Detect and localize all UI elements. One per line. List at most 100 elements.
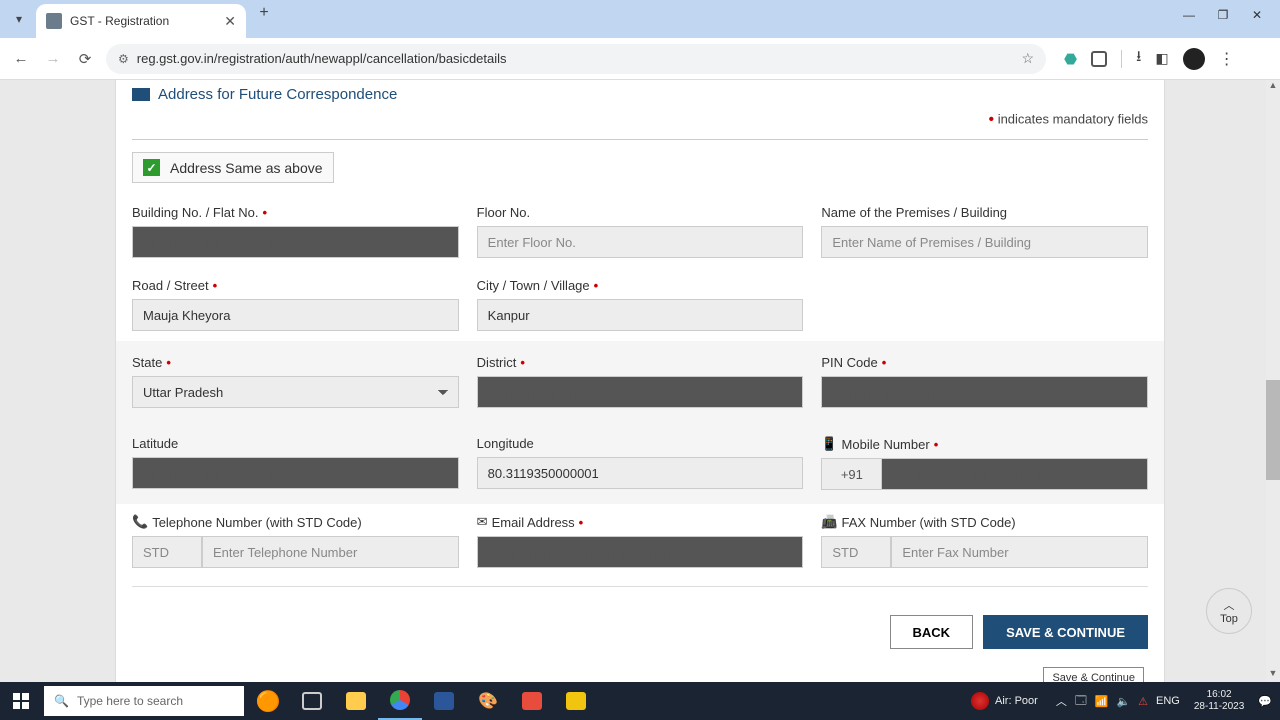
required-icon: • — [594, 278, 599, 293]
fax-input[interactable] — [891, 536, 1148, 568]
weather-icon — [971, 692, 989, 710]
scrollbar-thumb[interactable] — [1266, 380, 1280, 480]
state-label: State — [132, 355, 162, 370]
forward-icon: → — [42, 50, 64, 67]
same-as-above-checkbox[interactable]: ✓ Address Same as above — [132, 152, 334, 183]
minimize-icon[interactable]: — — [1180, 8, 1198, 22]
back-icon[interactable]: ← — [10, 50, 32, 67]
battery-icon[interactable]: 🗔 — [1075, 692, 1087, 711]
email-input[interactable] — [477, 536, 804, 568]
form-actions: BACK SAVE & CONTINUE — [116, 595, 1164, 653]
language-indicator[interactable]: ENG — [1156, 695, 1180, 707]
pin-input[interactable] — [821, 376, 1148, 408]
city-input[interactable] — [477, 299, 804, 331]
site-settings-icon[interactable]: ⚙ — [118, 52, 129, 66]
paint-icon[interactable]: 🎨 — [466, 682, 510, 720]
premises-label: Name of the Premises / Building — [821, 205, 1007, 220]
vertical-scrollbar[interactable]: ▲ ▼ — [1266, 80, 1280, 682]
fax-std-input[interactable] — [821, 536, 891, 568]
form-row: Building No. / Flat No.• Floor No. Name … — [116, 195, 1164, 268]
windows-taskbar: 🔍 Type here to search 🟠 🎨 Air: Poor ︿ 🗔 … — [0, 682, 1280, 720]
app-icon[interactable] — [554, 682, 598, 720]
volume-icon[interactable]: 🔈 — [1116, 695, 1130, 708]
back-button[interactable]: BACK — [890, 615, 974, 649]
district-select[interactable]: ████████████ — [477, 376, 804, 408]
floor-input[interactable] — [477, 226, 804, 258]
security-icon[interactable]: ⚠ — [1138, 695, 1148, 708]
divider — [1121, 50, 1122, 68]
time-text: 16:02 — [1194, 689, 1244, 701]
tab-list-dropdown[interactable]: ▾ — [6, 4, 32, 34]
favicon — [46, 13, 62, 29]
mandatory-note: • indicates mandatory fields — [116, 105, 1164, 139]
task-view-icon[interactable] — [290, 682, 334, 720]
form-page: Address for Future Correspondence • indi… — [115, 80, 1165, 682]
browser-tab[interactable]: GST - Registration ✕ — [36, 4, 246, 38]
sidepanel-icon[interactable]: ◧ — [1155, 50, 1168, 67]
same-as-label: Address Same as above — [170, 160, 323, 176]
building-label: Building No. / Flat No. — [132, 205, 258, 220]
new-tab-button[interactable]: + — [250, 4, 278, 22]
taskbar-clock[interactable]: 16:02 28-11-2023 — [1188, 689, 1250, 713]
form-row: 📞 Telephone Number (with STD Code) ✉ Ema… — [116, 504, 1164, 578]
url-input[interactable]: ⚙ reg.gst.gov.in/registration/auth/newap… — [106, 44, 1046, 74]
required-icon: • — [882, 355, 887, 370]
menu-icon[interactable]: ⋮ — [1219, 49, 1235, 69]
mobile-input[interactable] — [881, 458, 1148, 490]
taskbar-search[interactable]: 🔍 Type here to search — [44, 686, 244, 716]
required-icon: • — [262, 205, 267, 220]
scroll-up-icon[interactable]: ▲ — [1266, 80, 1280, 94]
maximize-icon[interactable]: ❐ — [1214, 8, 1232, 22]
close-window-icon[interactable]: ✕ — [1248, 8, 1266, 22]
form-row: State• Uttar Pradesh District• █████████… — [116, 341, 1164, 422]
mobile-prefix: +91 — [821, 458, 881, 490]
search-placeholder: Type here to search — [77, 694, 183, 708]
required-icon: • — [579, 515, 584, 530]
profile-avatar[interactable] — [1183, 48, 1205, 70]
top-label: Top — [1220, 613, 1238, 625]
weather-widget[interactable]: Air: Poor — [961, 692, 1048, 710]
date-text: 28-11-2023 — [1194, 701, 1244, 713]
save-tooltip: Save & Continue — [1043, 667, 1144, 682]
latitude-input[interactable] — [132, 457, 459, 489]
reload-icon[interactable]: ⟳ — [74, 50, 96, 68]
longitude-label: Longitude — [477, 436, 534, 451]
extensions-icon[interactable] — [1091, 51, 1107, 67]
mobile-icon: 📱 — [821, 436, 837, 452]
notifications-icon[interactable]: 💬 — [1258, 695, 1272, 708]
file-explorer-icon[interactable] — [334, 682, 378, 720]
pin-label: PIN Code — [821, 355, 877, 370]
telephone-std-input[interactable] — [132, 536, 202, 568]
state-select[interactable]: Uttar Pradesh — [132, 376, 459, 408]
cortana-icon[interactable]: 🟠 — [246, 682, 290, 720]
road-input[interactable] — [132, 299, 459, 331]
telephone-input[interactable] — [202, 536, 459, 568]
app-icon[interactable] — [510, 682, 554, 720]
url-text: reg.gst.gov.in/registration/auth/newappl… — [137, 51, 507, 66]
address-bar: ← → ⟳ ⚙ reg.gst.gov.in/registration/auth… — [0, 38, 1280, 80]
district-label: District — [477, 355, 517, 370]
scroll-to-top-button[interactable]: ︿ Top — [1206, 588, 1252, 634]
building-input[interactable] — [132, 226, 459, 258]
wifi-icon[interactable]: 📶 — [1095, 695, 1109, 708]
start-button[interactable] — [0, 682, 42, 720]
chevron-up-icon: ︿ — [1224, 597, 1235, 613]
mobile-label: Mobile Number — [842, 437, 930, 452]
fax-icon: 📠 — [821, 514, 837, 530]
section-heading-text: Address for Future Correspondence — [158, 86, 397, 103]
save-continue-button[interactable]: SAVE & CONTINUE — [983, 615, 1148, 649]
close-tab-icon[interactable]: ✕ — [224, 13, 236, 30]
email-label: Email Address — [492, 515, 575, 530]
downloads-icon[interactable]: ⭳ — [1136, 46, 1141, 71]
divider — [132, 586, 1148, 587]
bookmark-icon[interactable]: ☆ — [1021, 50, 1034, 67]
scroll-down-icon[interactable]: ▼ — [1266, 668, 1280, 682]
extension-icon[interactable]: ⬣ — [1064, 50, 1077, 68]
word-icon[interactable] — [422, 682, 466, 720]
longitude-input[interactable] — [477, 457, 804, 489]
required-icon: • — [213, 278, 218, 293]
phone-icon: 📞 — [132, 514, 148, 530]
premises-input[interactable] — [821, 226, 1148, 258]
tray-chevron-icon[interactable]: ︿ — [1056, 693, 1067, 709]
chrome-icon[interactable] — [378, 682, 422, 720]
